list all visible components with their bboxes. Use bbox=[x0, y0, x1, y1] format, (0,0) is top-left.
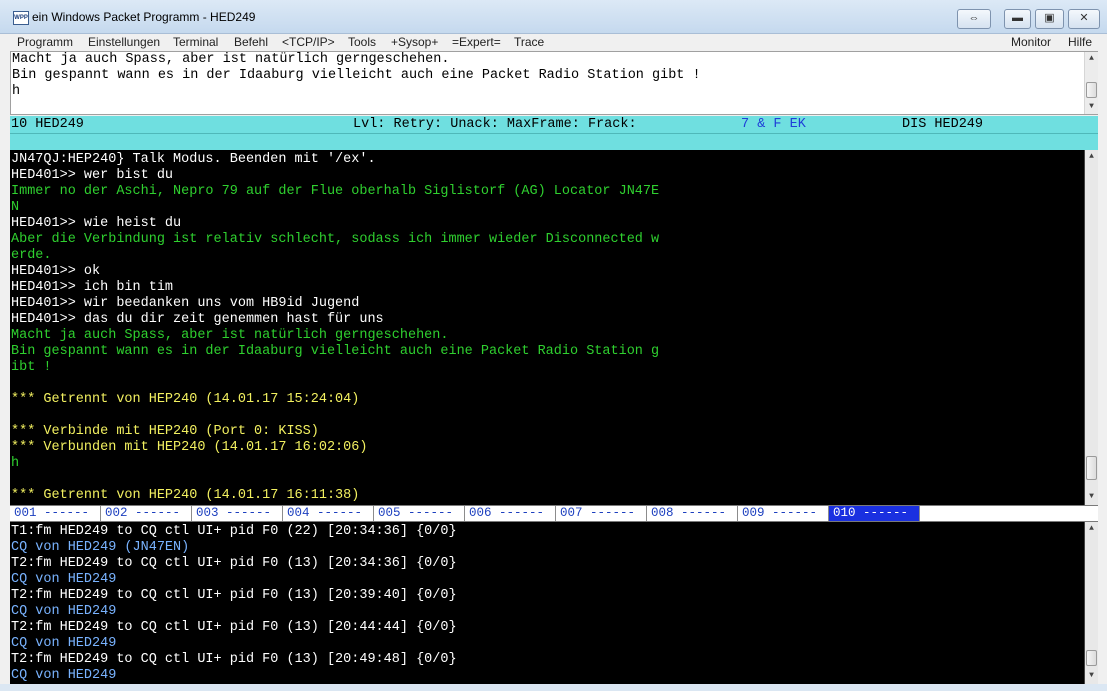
monitor-line: CQ von HED249 (JN47EN) bbox=[11, 540, 190, 555]
scroll-thumb[interactable] bbox=[1086, 650, 1097, 666]
monitor-line: T2:fm HED249 to CQ ctl UI+ pid F0 (13) [… bbox=[11, 556, 457, 571]
terminal-line: erde. bbox=[11, 248, 52, 263]
status-bar-secondary bbox=[10, 133, 1098, 150]
terminal-line: *** Verbinde mit HEP240 (Port 0: KISS) bbox=[11, 424, 319, 439]
monitor-line: CQ von HED249 bbox=[11, 572, 117, 587]
menu-terminal[interactable]: Terminal bbox=[173, 34, 218, 50]
monitor-scrollbar[interactable]: ▲ ▼ bbox=[1084, 522, 1098, 684]
monitor-line: CQ von HED249 bbox=[11, 636, 117, 651]
channel-tab-002[interactable]: 002 ------ bbox=[101, 506, 192, 521]
input-line: Macht ja auch Spass, aber ist natürlich … bbox=[12, 52, 450, 67]
menu-monitor[interactable]: Monitor bbox=[1011, 34, 1051, 50]
menu-programm[interactable]: Programm bbox=[17, 34, 73, 50]
status-connection: DIS HED249 bbox=[902, 117, 984, 132]
status-link-stats: Lvl: Retry: Unack: MaxFrame: Frack: bbox=[353, 117, 637, 132]
minimize-icon: ▬ bbox=[1012, 12, 1023, 24]
scroll-down-icon[interactable]: ▼ bbox=[1085, 100, 1098, 114]
channel-tab-009[interactable]: 009 ------ bbox=[738, 506, 829, 521]
terminal-line: *** Getrennt von HEP240 (14.01.17 16:11:… bbox=[11, 488, 360, 503]
terminal-line: HED401>> das du dir zeit genemmen hast f… bbox=[11, 312, 384, 327]
menu-tools[interactable]: Tools bbox=[348, 34, 376, 50]
app-icon: WPP bbox=[13, 11, 29, 25]
scroll-thumb[interactable] bbox=[1086, 82, 1097, 98]
channel-tab-006[interactable]: 006 ------ bbox=[465, 506, 556, 521]
terminal-line: JN47QJ:HEP240} Talk Modus. Beenden mit '… bbox=[11, 152, 376, 167]
minimize-button[interactable]: ▬ bbox=[1004, 9, 1031, 29]
scroll-down-icon[interactable]: ▼ bbox=[1085, 669, 1098, 683]
channel-tab-008[interactable]: 008 ------ bbox=[647, 506, 738, 521]
close-icon: ✕ bbox=[1079, 12, 1089, 24]
channel-tab-bar: 001 ------ 002 ------ 003 ------ 004 ------… bbox=[10, 505, 1098, 522]
channel-tab-001[interactable]: 001 ------ bbox=[10, 506, 101, 521]
menu-expert[interactable]: =Expert= bbox=[452, 34, 501, 50]
terminal-line: HED401>> wer bist du bbox=[11, 168, 174, 183]
close-button[interactable]: ✕ bbox=[1068, 9, 1100, 29]
input-scrollbar[interactable]: ▲ ▼ bbox=[1084, 52, 1098, 114]
menu-trace[interactable]: Trace bbox=[514, 34, 544, 50]
menu-einstellungen[interactable]: Einstellungen bbox=[88, 34, 160, 50]
scroll-down-icon[interactable]: ▼ bbox=[1085, 490, 1098, 504]
monitor-line: T2:fm HED249 to CQ ctl UI+ pid F0 (13) [… bbox=[11, 620, 457, 635]
terminal-line: N bbox=[11, 200, 20, 215]
monitor-line: T1:fm HED249 to CQ ctl UI+ pid F0 (22) [… bbox=[11, 524, 457, 539]
double-arrow-icon: ⇔ bbox=[968, 12, 980, 24]
scroll-up-icon[interactable]: ▲ bbox=[1085, 52, 1098, 66]
status-channel: 10 HED249 bbox=[11, 117, 84, 132]
terminal-line: HED401>> ok bbox=[11, 264, 101, 279]
scroll-up-icon[interactable]: ▲ bbox=[1085, 150, 1098, 164]
resize-arrows-button[interactable]: ⇔ bbox=[957, 9, 991, 29]
input-editor[interactable]: Macht ja auch Spass, aber ist natürlich … bbox=[10, 51, 1098, 115]
title-bar[interactable]: WPP ein Windows Packet Programm - HED249… bbox=[0, 0, 1107, 34]
menu-tcpip[interactable]: <TCP/IP> bbox=[282, 34, 335, 50]
channel-tab-005[interactable]: 005 ------ bbox=[374, 506, 465, 521]
terminal-line: *** Getrennt von HEP240 (14.01.17 15:24:… bbox=[11, 392, 360, 407]
channel-tab-004[interactable]: 004 ------ bbox=[283, 506, 374, 521]
channel-tab-003[interactable]: 003 ------ bbox=[192, 506, 283, 521]
window-title: ein Windows Packet Programm - HED249 bbox=[32, 10, 256, 24]
terminal-line: ibt ! bbox=[11, 360, 52, 375]
terminal-line: Aber die Verbindung ist relativ schlecht… bbox=[11, 232, 660, 247]
channel-tab-010[interactable]: 010 ------ bbox=[829, 506, 920, 521]
terminal-line: Macht ja auch Spass, aber ist natürlich … bbox=[11, 328, 449, 343]
menu-sysop[interactable]: +Sysop+ bbox=[391, 34, 438, 50]
terminal-line: Immer no der Aschi, Nepro 79 auf der Flu… bbox=[11, 184, 660, 199]
terminal-line: h bbox=[11, 456, 20, 471]
maximize-button[interactable]: ▣ bbox=[1035, 9, 1064, 29]
monitor-line: T2:fm HED249 to CQ ctl UI+ pid F0 (13) [… bbox=[11, 652, 457, 667]
scroll-up-icon[interactable]: ▲ bbox=[1085, 522, 1098, 536]
monitor-line: CQ von HED249 bbox=[11, 604, 117, 619]
menu-bar: Programm Einstellungen Terminal Befehl <… bbox=[0, 34, 1107, 50]
input-line: Bin gespannt wann es in der Idaaburg vie… bbox=[12, 68, 701, 83]
menu-befehl[interactable]: Befehl bbox=[234, 34, 268, 50]
terminal-line: HED401>> ich bin tim bbox=[11, 280, 174, 295]
monitor-line: CQ von HED249 bbox=[11, 668, 117, 683]
status-flags: 7 & F EK bbox=[741, 117, 806, 132]
terminal-output[interactable]: JN47QJ:HEP240} Talk Modus. Beenden mit '… bbox=[10, 150, 1098, 505]
terminal-line: HED401>> wie heist du bbox=[11, 216, 182, 231]
menu-hilfe[interactable]: Hilfe bbox=[1068, 34, 1092, 50]
monitor-output[interactable]: T1:fm HED249 to CQ ctl UI+ pid F0 (22) [… bbox=[10, 522, 1098, 684]
terminal-line: HED401>> wir beedanken uns vom HB9id Jug… bbox=[11, 296, 360, 311]
terminal-line: *** Verbunden mit HEP240 (14.01.17 16:02… bbox=[11, 440, 368, 455]
scroll-thumb[interactable] bbox=[1086, 456, 1097, 480]
monitor-line: T2:fm HED249 to CQ ctl UI+ pid F0 (13) [… bbox=[11, 588, 457, 603]
terminal-scrollbar[interactable]: ▲ ▼ bbox=[1084, 150, 1098, 505]
terminal-line: Bin gespannt wann es in der Idaaburg vie… bbox=[11, 344, 660, 359]
window-bottom-border bbox=[0, 684, 1107, 691]
maximize-icon: ▣ bbox=[1044, 12, 1055, 24]
input-line: h bbox=[12, 84, 21, 99]
channel-tab-007[interactable]: 007 ------ bbox=[556, 506, 647, 521]
status-bar: 10 HED249 Lvl: Retry: Unack: MaxFrame: F… bbox=[10, 116, 1098, 133]
